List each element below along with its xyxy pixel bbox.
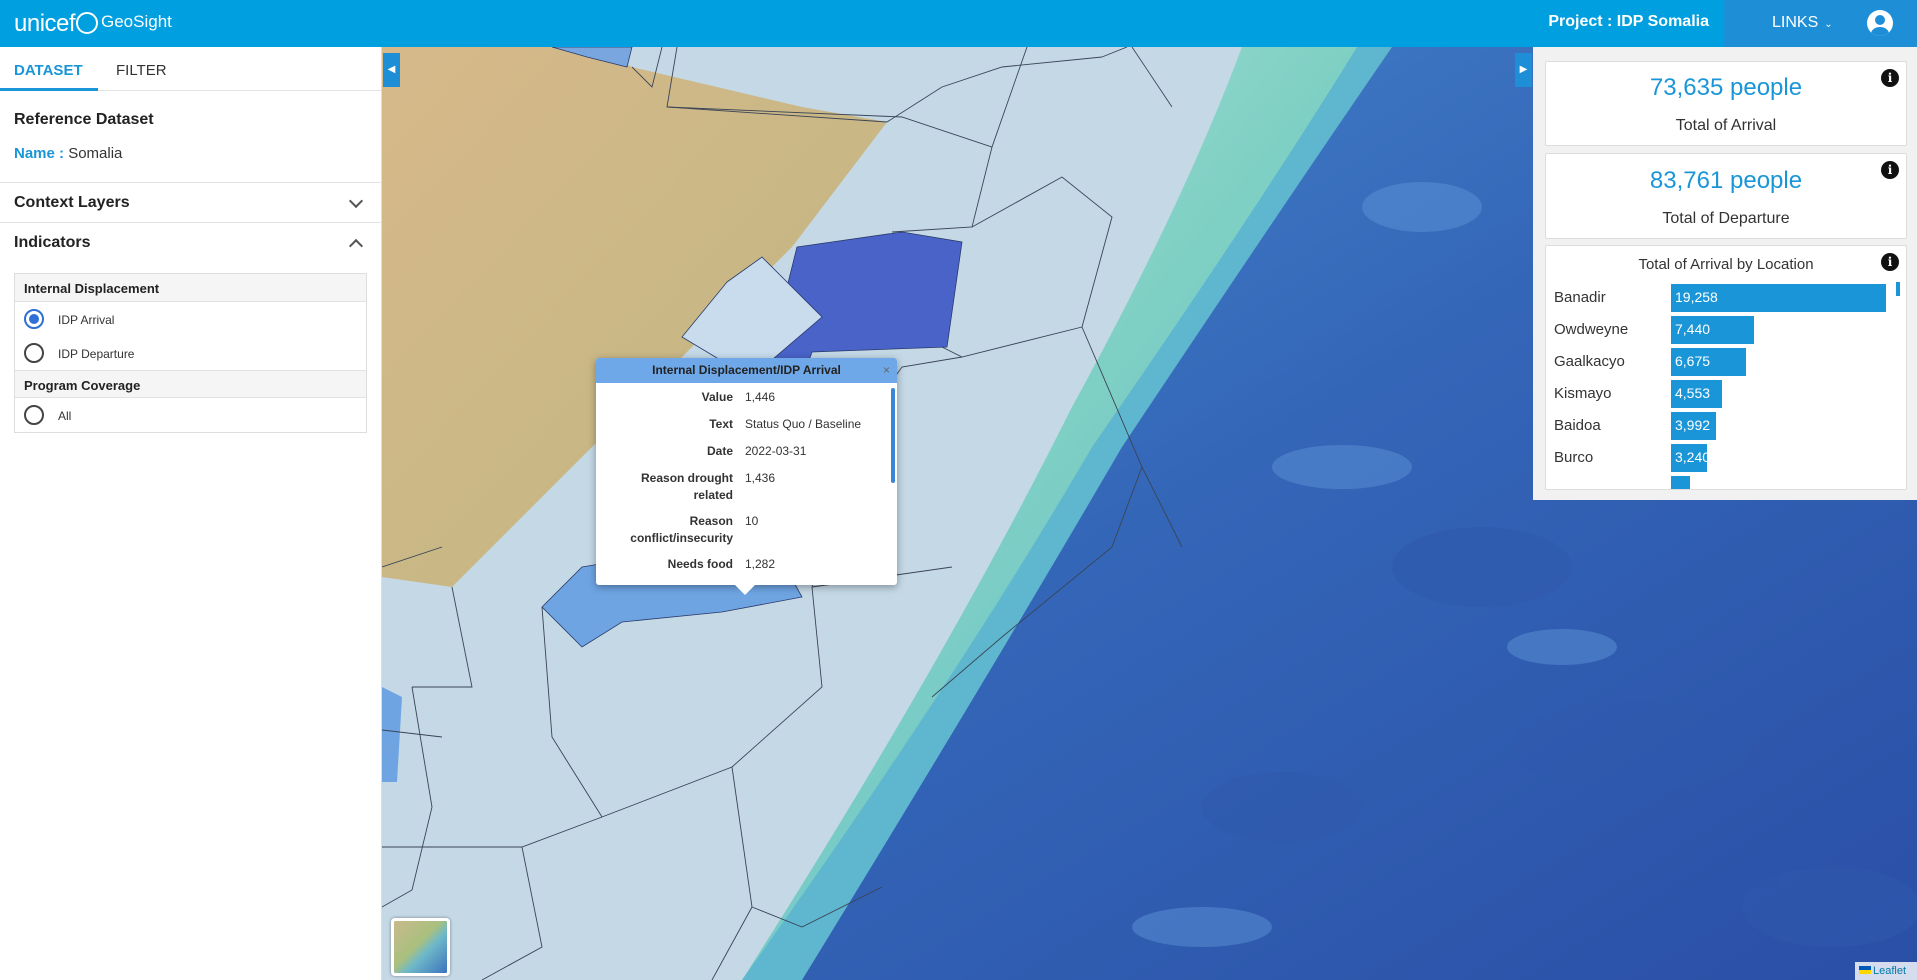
indicator-all[interactable]: All: [15, 398, 366, 432]
bar-location-name: Baidoa: [1554, 417, 1601, 434]
app-name: GeoSight: [101, 12, 172, 31]
bar-value-label: 3,992: [1675, 417, 1711, 433]
popup-row-value: 1,436: [745, 471, 776, 485]
active-tab-indicator: [0, 88, 98, 91]
sidebar-tabs: DATASET FILTER: [0, 47, 381, 91]
popup-row-label: Reason conflict/insecurity: [630, 514, 733, 545]
bar-value-label: 4,553: [1675, 385, 1711, 401]
name-value: Somalia: [68, 145, 123, 162]
bar-location-name: Banadir: [1554, 289, 1606, 306]
indicator-list: Internal Displacement IDP Arrival IDP De…: [14, 273, 367, 433]
bar-location-name: Burco: [1554, 449, 1594, 466]
popup-row-value: 10: [745, 514, 759, 528]
basemap-switcher[interactable]: [391, 918, 450, 976]
tab-dataset[interactable]: DATASET: [14, 62, 83, 79]
chevron-down-icon: ⌄: [1824, 19, 1833, 30]
radio-unchecked-icon[interactable]: [24, 343, 44, 363]
unicef-globe-icon: [76, 12, 99, 34]
bar-value-label: 19,258: [1675, 289, 1718, 305]
radio-unchecked-icon[interactable]: [24, 405, 44, 425]
popup-row-value: Status Quo / Baseline: [745, 417, 862, 431]
indicators-title: Indicators: [14, 234, 91, 251]
indicator-idp-departure[interactable]: IDP Departure: [15, 336, 366, 370]
bar-row[interactable]: Baidoa 3,992: [1554, 412, 1894, 440]
popup-row: Reason conflict/insecurity 10: [596, 513, 886, 547]
bar-row[interactable]: Gaalkacyo 6,675: [1554, 348, 1894, 376]
popup-row-value: 1,282: [745, 557, 776, 571]
popup-row-label: Date: [706, 444, 733, 458]
reference-dataset-heading: Reference Dataset: [14, 111, 154, 128]
bar-value-label: 3,240: [1675, 449, 1711, 465]
widget-label: Total of Arrival: [1675, 117, 1777, 134]
popup-row-value: 1,446: [745, 390, 776, 404]
indicator-label: IDP Departure: [58, 347, 135, 361]
popup-row-label: Needs food: [667, 557, 733, 571]
widget-title: Total of Arrival by Location: [1638, 256, 1814, 273]
popup-row: Text Status Quo / Baseline: [596, 416, 886, 433]
widget-total-arrival: 73,635 people Total of Arrival i: [1545, 61, 1907, 146]
widget-value: 83,761 people: [1649, 167, 1803, 194]
widget-total-departure: 83,761 people Total of Departure i: [1545, 153, 1907, 239]
widget-value: 73,635 people: [1649, 74, 1803, 101]
context-layers-accordion[interactable]: Context Layers: [0, 183, 381, 223]
popup-row: Value 1,446: [596, 389, 886, 406]
widget-arrival-by-location: Total of Arrival by Location i Banadir 19…: [1545, 245, 1907, 490]
group-title-internal-displacement: Internal Displacement: [15, 274, 366, 302]
collapse-right-panel-button[interactable]: ▶: [1515, 53, 1532, 87]
popup-row: Date 2022-03-31: [596, 443, 886, 460]
bar-location-name: Owdweyne: [1554, 321, 1629, 338]
close-icon[interactable]: ×: [883, 358, 890, 383]
popup-row-label: Value: [701, 390, 733, 404]
links-menu-area: LINKS ⌄: [1724, 0, 1917, 47]
user-account-icon[interactable]: [1867, 10, 1893, 36]
leaflet-attribution[interactable]: Leaflet: [1855, 962, 1917, 980]
bar-row[interactable]: Kismayo 4,553: [1554, 380, 1894, 408]
bar-location-name: Gaalkacyo: [1554, 353, 1625, 370]
project-title: Project : IDP Somalia: [1548, 13, 1709, 30]
indicator-label: IDP Arrival: [58, 313, 115, 327]
bar-value-label: 6,675: [1675, 353, 1711, 369]
radio-checked-icon[interactable]: [24, 309, 44, 329]
indicators-accordion[interactable]: Indicators: [0, 223, 381, 263]
bar-fill: [1671, 476, 1690, 489]
context-layers-title: Context Layers: [14, 194, 130, 211]
bar-row[interactable]: [1554, 476, 1894, 489]
popup-title: Internal Displacement/IDP Arrival ×: [596, 358, 897, 383]
popup-row-label: Reason drought related: [641, 471, 733, 502]
ukraine-flag-icon: [1859, 966, 1871, 974]
bar-value-label: 7,440: [1675, 321, 1711, 337]
bar-row[interactable]: Owdweyne 7,440: [1554, 316, 1894, 344]
popup-tip: [735, 585, 755, 595]
popup-row: Reason drought related 1,436: [596, 470, 886, 504]
links-menu-button[interactable]: LINKS ⌄: [1772, 14, 1833, 32]
top-header: unicef GeoSight Project : IDP Somalia LI…: [0, 0, 1917, 47]
indicator-idp-arrival[interactable]: IDP Arrival: [15, 302, 366, 336]
collapse-left-panel-button[interactable]: ◀: [383, 53, 400, 87]
popup-row: Needs food 1,282: [596, 556, 886, 573]
chevron-down-icon: [348, 193, 364, 209]
widgets-panel: 73,635 people Total of Arrival i 83,761 …: [1533, 47, 1917, 500]
reference-dataset-name: Name : Somalia: [14, 145, 367, 162]
tab-filter[interactable]: FILTER: [116, 62, 167, 79]
group-title-program-coverage: Program Coverage: [15, 370, 366, 398]
bar-row[interactable]: Burco 3,240: [1554, 444, 1894, 472]
popup-scrollbar[interactable]: [891, 388, 895, 483]
info-icon[interactable]: i: [1881, 253, 1899, 271]
widget-label: Total of Departure: [1662, 210, 1790, 227]
unicef-logo[interactable]: unicef: [14, 10, 99, 38]
left-sidebar: DATASET FILTER Reference Dataset Name : …: [0, 47, 382, 980]
popup-row-value: 2022-03-31: [745, 444, 807, 458]
bar-location-name: Kismayo: [1554, 385, 1612, 402]
bar-list-scrollbar[interactable]: [1896, 282, 1900, 296]
info-icon[interactable]: i: [1881, 69, 1899, 87]
name-label: Name :: [14, 145, 65, 162]
feature-popup: Internal Displacement/IDP Arrival × Valu…: [596, 358, 897, 585]
info-icon[interactable]: i: [1881, 161, 1899, 179]
chevron-up-icon: [348, 238, 364, 254]
bar-row[interactable]: Banadir 19,258: [1554, 284, 1894, 312]
indicator-label: All: [58, 409, 72, 423]
popup-row-label: Text: [709, 417, 733, 431]
